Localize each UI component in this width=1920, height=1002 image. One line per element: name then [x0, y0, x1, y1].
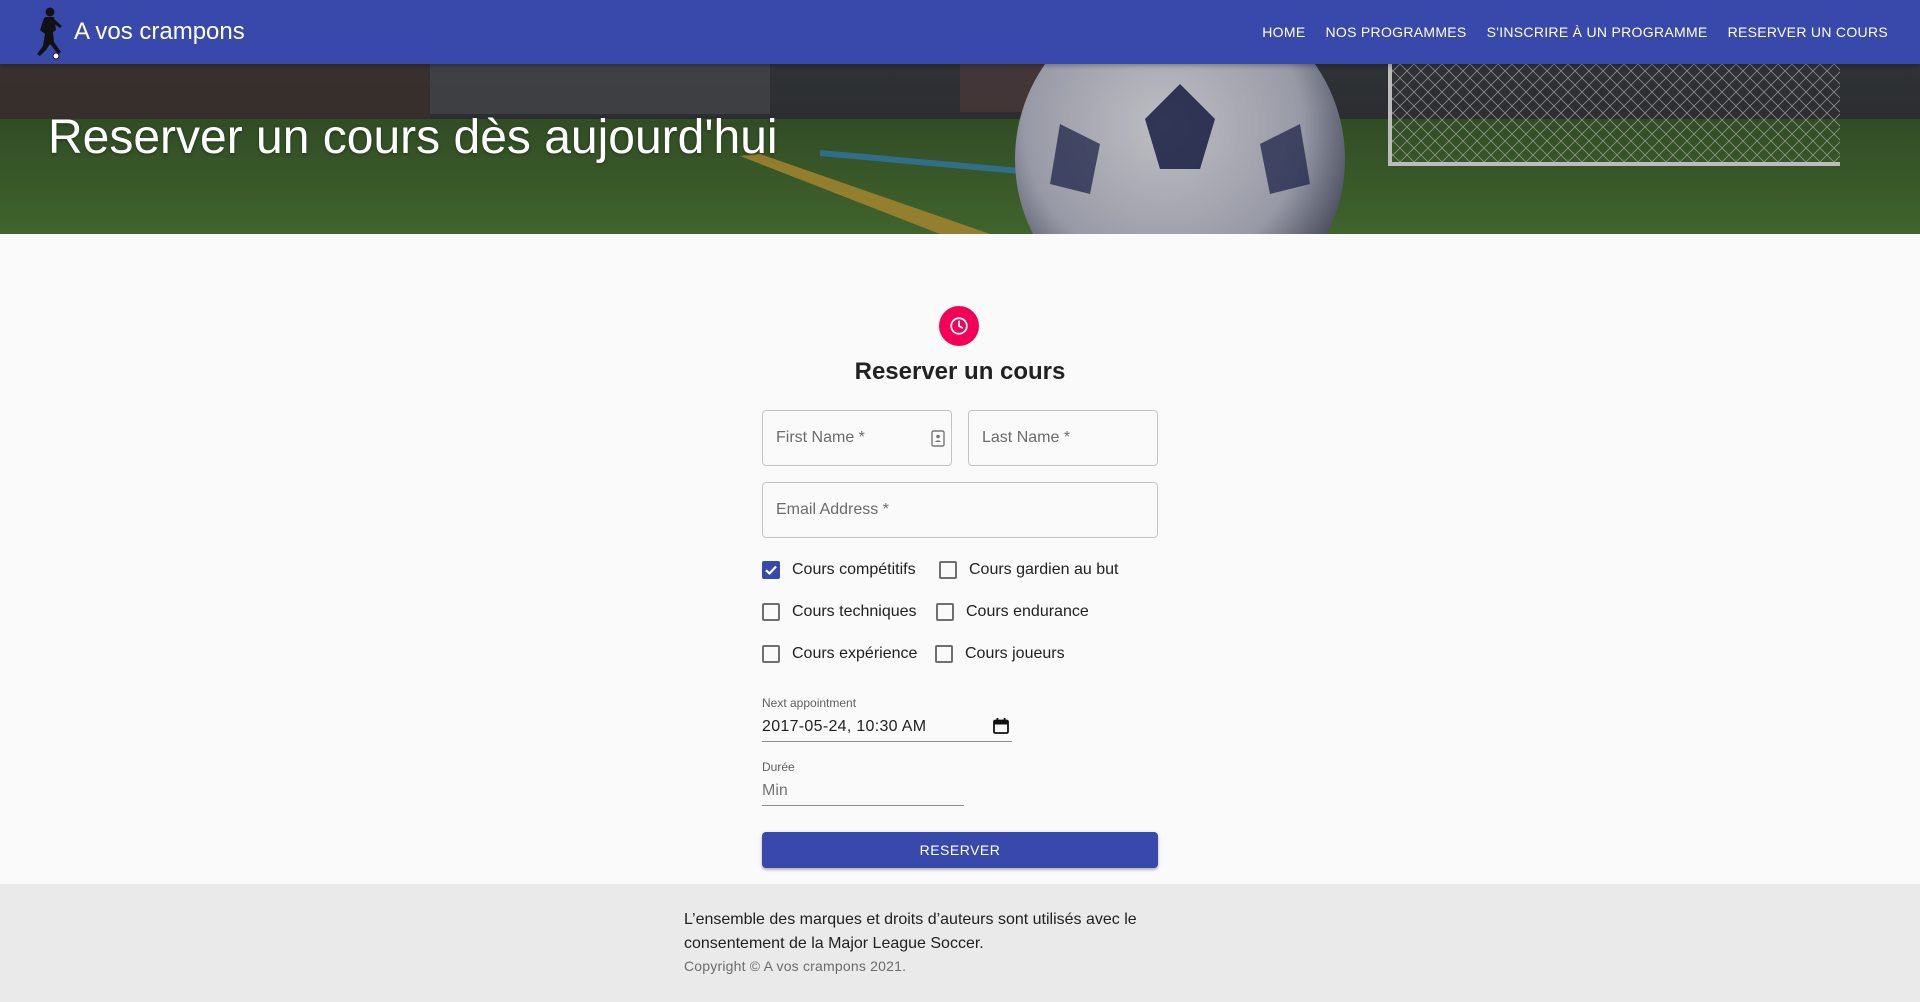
duration-input[interactable]: Min: [762, 776, 964, 806]
nav-programmes[interactable]: NOS PROGRAMMES: [1315, 16, 1476, 48]
email-label: Email Address *: [776, 501, 889, 518]
checkbox-unchecked-icon[interactable]: [939, 561, 957, 579]
contact-card-icon[interactable]: [931, 430, 945, 447]
clock-icon: [950, 317, 968, 335]
checkbox-unchecked-icon[interactable]: [762, 645, 780, 663]
checkbox-label: Cours expérience: [792, 645, 918, 662]
checkbox-unchecked-icon[interactable]: [762, 603, 780, 621]
checkbox-unchecked-icon[interactable]: [936, 603, 954, 621]
nav-home[interactable]: HOME: [1252, 16, 1315, 48]
reserver-button[interactable]: RESERVER: [762, 832, 1158, 868]
copyright-link[interactable]: A vos crampons: [764, 958, 866, 974]
nav-inscrire[interactable]: S'INSCRIRE À UN PROGRAMME: [1477, 16, 1718, 48]
appointment-value: 2017-05-24, 10:30 AM: [762, 718, 927, 735]
hero-banner: Reserver un cours dès aujourd'hui: [0, 64, 1920, 234]
copyright-prefix: Copyright ©: [684, 958, 764, 974]
hero-title: Reserver un cours dès aujourd'hui: [48, 111, 778, 164]
checkbox-cours-techniques[interactable]: Cours techniques: [762, 600, 917, 624]
first-name-label: First Name *: [776, 429, 865, 446]
checkbox-label: Cours compétitifs: [792, 561, 916, 578]
email-field[interactable]: Email Address *: [762, 482, 1158, 538]
checkbox-cours-experience[interactable]: Cours expérience: [762, 642, 917, 666]
form-avatar: [939, 306, 979, 346]
form-title: Reserver un cours: [854, 358, 1066, 385]
checkbox-label: Cours techniques: [792, 603, 917, 620]
checkbox-label: Cours joueurs: [965, 645, 1065, 662]
checkbox-label: Cours endurance: [966, 603, 1089, 620]
checkbox-unchecked-icon[interactable]: [935, 645, 953, 663]
last-name-label: Last Name *: [982, 429, 1071, 446]
copyright-suffix: 2021.: [866, 958, 907, 974]
duration-placeholder: Min: [762, 782, 788, 799]
checkbox-cours-competitifs[interactable]: Cours compétitifs: [762, 558, 916, 582]
duration-label: Durée: [762, 760, 795, 774]
soccer-player-icon[interactable]: [26, 6, 70, 60]
checkbox-checked-icon[interactable]: [762, 561, 780, 579]
nav-reserver[interactable]: RESERVER UN COURS: [1718, 16, 1898, 48]
appointment-datetime-input[interactable]: 2017-05-24, 10:30 AM: [762, 712, 1012, 742]
checkbox-cours-gardien[interactable]: Cours gardien au but: [939, 558, 1118, 582]
app-bar: A vos crampons HOME NOS PROGRAMMES S'INS…: [0, 0, 1920, 64]
footer-copyright: Copyright © A vos crampons 2021.: [684, 958, 906, 974]
brand-title[interactable]: A vos crampons: [74, 18, 245, 46]
checkbox-cours-endurance[interactable]: Cours endurance: [936, 600, 1089, 624]
checkbox-cours-joueurs[interactable]: Cours joueurs: [935, 642, 1065, 666]
last-name-field[interactable]: Last Name *: [968, 410, 1158, 466]
main-nav: HOME NOS PROGRAMMES S'INSCRIRE À UN PROG…: [1252, 0, 1898, 64]
calendar-icon[interactable]: [992, 717, 1010, 735]
first-name-field[interactable]: First Name *: [762, 410, 952, 466]
footer: L’ensemble des marques et droits d’auteu…: [0, 884, 1920, 1002]
appointment-label: Next appointment: [762, 696, 857, 710]
checkbox-label: Cours gardien au but: [969, 561, 1119, 578]
footer-legal-text: L’ensemble des marques et droits d’auteu…: [684, 911, 1137, 952]
